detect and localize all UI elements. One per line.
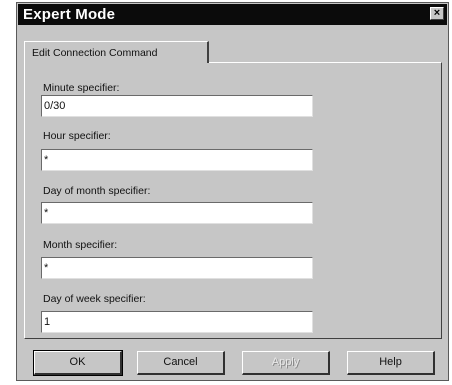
tab-label: Edit Connection Command bbox=[32, 47, 158, 59]
day-of-month-specifier-input[interactable] bbox=[41, 202, 313, 224]
apply-button: Apply bbox=[242, 351, 330, 375]
minute-specifier-label: Minute specifier: bbox=[43, 82, 120, 94]
title-bar[interactable]: Expert Mode × bbox=[18, 4, 447, 25]
hour-specifier-label: Hour specifier: bbox=[43, 130, 111, 142]
expert-mode-dialog: Expert Mode × Edit Connection Command Mi… bbox=[16, 2, 449, 381]
ok-button[interactable]: OK bbox=[33, 350, 123, 376]
day-of-month-specifier-label: Day of month specifier: bbox=[43, 185, 151, 197]
day-of-week-specifier-input[interactable] bbox=[41, 311, 313, 333]
window-title: Expert Mode bbox=[23, 6, 116, 23]
minute-specifier-input[interactable] bbox=[41, 95, 313, 117]
close-icon[interactable]: × bbox=[430, 7, 444, 20]
hour-specifier-input[interactable] bbox=[41, 149, 313, 171]
month-specifier-label: Month specifier: bbox=[43, 239, 118, 251]
tab-edit-connection-command[interactable]: Edit Connection Command bbox=[24, 41, 209, 63]
day-of-week-specifier-label: Day of week specifier: bbox=[43, 293, 146, 305]
cancel-button[interactable]: Cancel bbox=[137, 351, 225, 375]
help-button[interactable]: Help bbox=[347, 351, 435, 375]
month-specifier-input[interactable] bbox=[41, 257, 313, 279]
